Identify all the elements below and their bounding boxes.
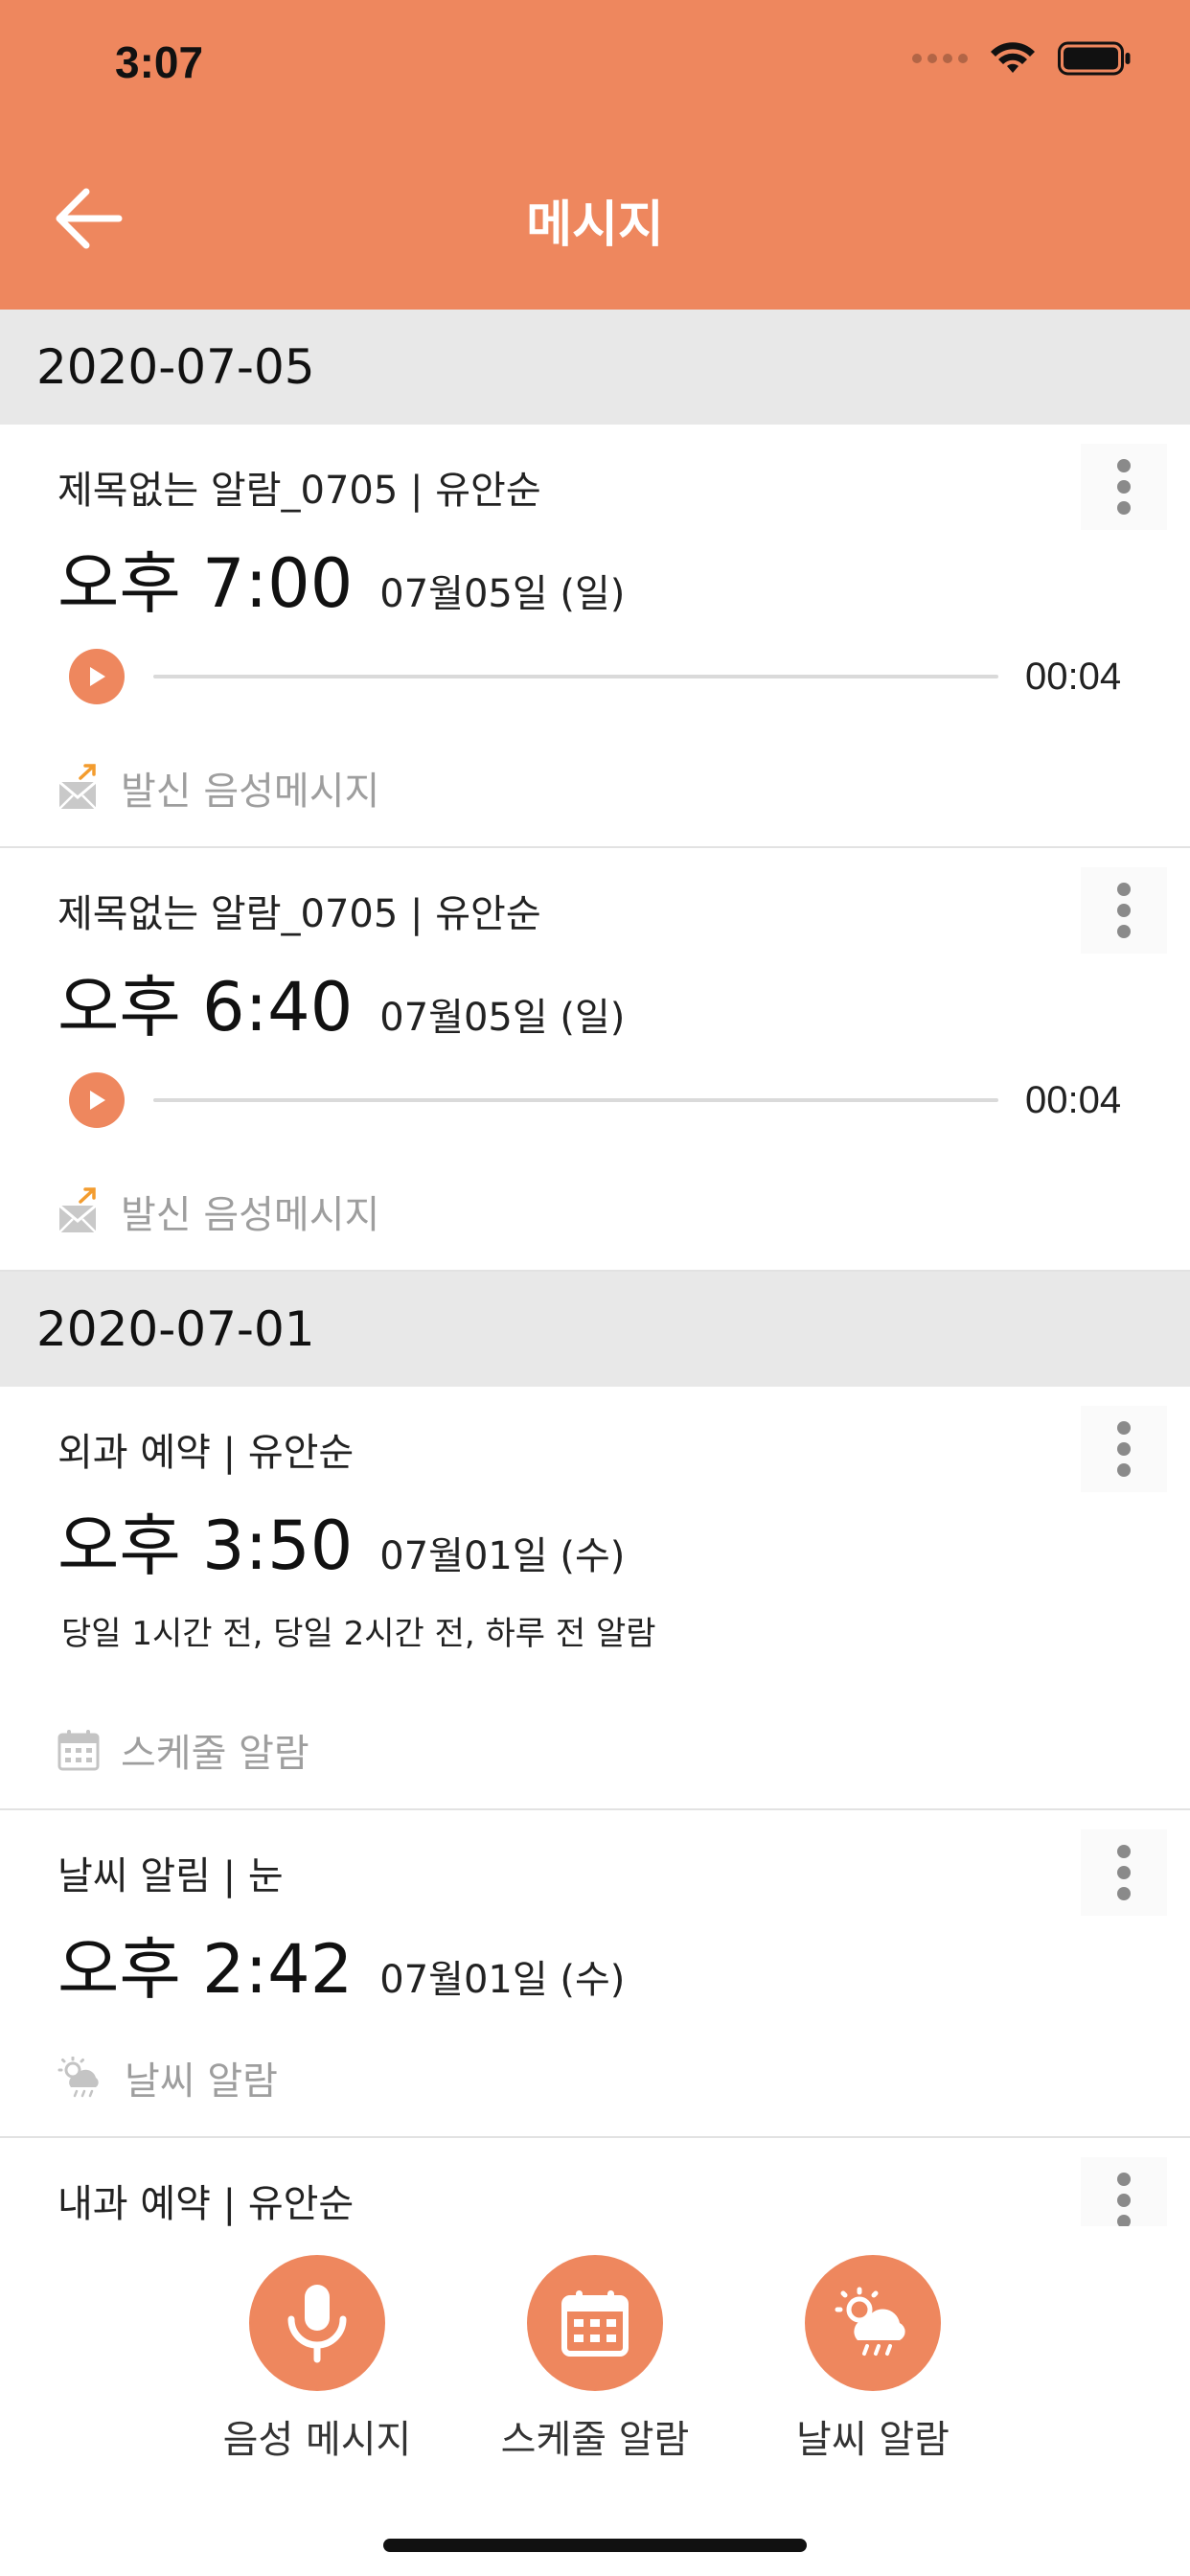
item-title: 외과 예약 | 유안순 <box>57 1431 355 1475</box>
item-type-label: 발신 음성메시지 <box>121 1193 380 1237</box>
sent-mail-icon <box>58 764 97 810</box>
item-date: 07월05일 (일) <box>379 996 626 1040</box>
item-type-label: 날씨 알람 <box>125 2059 278 2104</box>
item-title: 내과 예약 | 유안순 <box>57 2182 355 2226</box>
wifi-icon <box>991 42 1035 73</box>
audio-progress-track[interactable] <box>153 1098 998 1102</box>
battery-icon <box>1058 41 1131 76</box>
play-icon <box>90 1091 105 1110</box>
item-title: 제목없는 알람_0705 | 유안순 <box>57 469 541 513</box>
home-indicator[interactable] <box>383 2539 807 2552</box>
section-date-header: 2020-07-01 <box>0 1272 1190 1387</box>
list-item[interactable]: 외과 예약 | 유안순 오후 3:50 07월01일 (수) 당일 1시간 전,… <box>0 1387 1190 1810</box>
audio-player: 00:04 <box>69 1067 1133 1134</box>
item-date: 07월01일 (수) <box>379 1958 626 2002</box>
voice-message-button[interactable]: 음성 메시지 <box>223 2255 411 2464</box>
microphone-icon <box>287 2285 347 2363</box>
play-button[interactable] <box>69 1072 125 1128</box>
weather-icon <box>835 2287 905 2356</box>
calendar-icon <box>57 1730 100 1771</box>
audio-progress-track[interactable] <box>153 675 998 678</box>
play-button[interactable] <box>69 649 125 704</box>
weather-icon <box>57 2057 99 2098</box>
item-type-row: 날씨 알람 <box>57 2050 278 2105</box>
item-title: 제목없는 알람_0705 | 유안순 <box>57 892 541 936</box>
schedule-alarm-button[interactable]: 스케줄 알람 <box>501 2255 689 2464</box>
weather-alarm-circle[interactable] <box>805 2255 941 2391</box>
section-date-header: 2020-07-05 <box>0 310 1190 425</box>
item-date: 07월01일 (수) <box>379 1534 626 1578</box>
sent-mail-icon <box>58 1187 97 1233</box>
more-options-button[interactable] <box>1081 444 1167 530</box>
item-type-row: 스케줄 알람 <box>57 1722 309 1778</box>
message-list[interactable]: 2020-07-05 제목없는 알람_0705 | 유안순 오후 7:00 07… <box>0 310 1190 2226</box>
item-type-row: 발신 음성메시지 <box>57 760 379 816</box>
item-time: 오후 6:40 <box>57 968 354 1046</box>
item-title: 날씨 알림 | 눈 <box>57 1854 284 1898</box>
list-item[interactable]: 날씨 알림 | 눈 오후 2:42 07월01일 (수) 날씨 알람 <box>0 1810 1190 2138</box>
schedule-alarm-circle[interactable] <box>527 2255 663 2391</box>
schedule-alarm-label: 스케줄 알람 <box>500 2418 690 2462</box>
item-time-row: 오후 7:00 07월05일 (일) <box>57 530 625 627</box>
list-item[interactable]: 제목없는 알람_0705 | 유안순 오후 6:40 07월05일 (일) 00… <box>0 848 1190 1272</box>
more-options-button[interactable] <box>1081 2157 1167 2226</box>
list-item[interactable]: 제목없는 알람_0705 | 유안순 오후 7:00 07월05일 (일) 00… <box>0 425 1190 848</box>
status-time: 3:07 <box>115 37 204 87</box>
weather-alarm-label: 날씨 알람 <box>796 2418 950 2462</box>
audio-player: 00:04 <box>69 643 1133 710</box>
more-options-button[interactable] <box>1081 1829 1167 1916</box>
more-options-button[interactable] <box>1081 867 1167 954</box>
item-time-row: 오후 3:50 07월01일 (수) <box>57 1492 625 1589</box>
weather-alarm-button[interactable]: 날씨 알람 <box>796 2255 950 2464</box>
item-type-label: 발신 음성메시지 <box>121 770 380 814</box>
bottom-action-bar: 음성 메시지 스케줄 알람 날씨 알람 <box>0 2226 1190 2576</box>
voice-message-label: 음성 메시지 <box>222 2418 412 2462</box>
more-options-button[interactable] <box>1081 1406 1167 1492</box>
page-title: 메시지 <box>526 196 664 254</box>
voice-message-circle[interactable] <box>249 2255 385 2391</box>
item-date: 07월05일 (일) <box>379 572 626 616</box>
item-type-row: 발신 음성메시지 <box>57 1184 379 1239</box>
audio-duration: 00:04 <box>1025 655 1122 698</box>
messages-screen: 3:07 메시지 2020-07-05 제목없는 알람_0705 | 유안순 오… <box>0 0 1190 2576</box>
item-time-row: 오후 6:40 07월05일 (일) <box>57 954 625 1050</box>
item-time: 오후 3:50 <box>57 1506 354 1585</box>
status-indicators <box>912 40 1133 77</box>
item-time: 오후 2:42 <box>57 1930 354 2009</box>
audio-duration: 00:04 <box>1025 1078 1122 1121</box>
play-icon <box>90 667 105 686</box>
calendar-icon <box>561 2290 629 2357</box>
header-bar: 3:07 메시지 <box>0 0 1190 310</box>
item-description: 당일 1시간 전, 당일 2시간 전, 하루 전 알람 <box>61 1615 656 1653</box>
item-type-label: 스케줄 알람 <box>121 1732 309 1776</box>
item-time-row: 오후 2:42 07월01일 (수) <box>57 1916 625 2012</box>
item-time: 오후 7:00 <box>57 544 354 623</box>
list-item[interactable]: 내과 예약 | 유안순 <box>0 2138 1190 2226</box>
cellular-signal-icon <box>912 54 968 63</box>
